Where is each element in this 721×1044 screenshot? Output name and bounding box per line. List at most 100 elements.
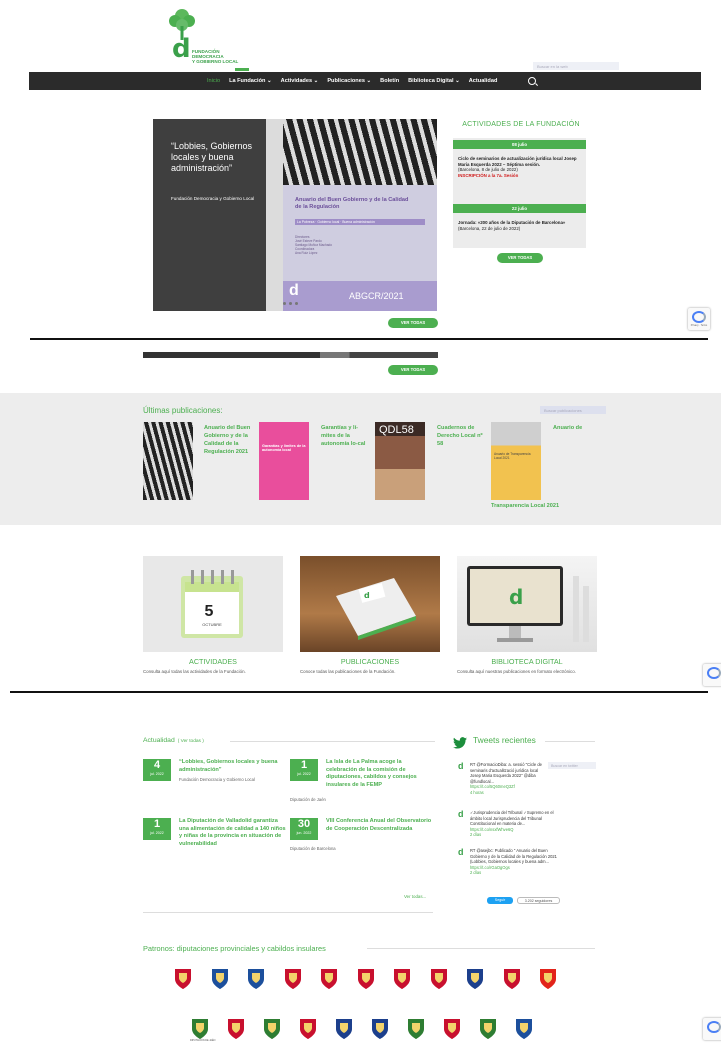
nav-item[interactable]: Actualidad — [469, 78, 498, 84]
activity-item[interactable]: Ciclo de seminarios de actualización jur… — [458, 156, 582, 178]
slider-dot[interactable] — [295, 302, 298, 305]
publication-cover[interactable]: Garantías y límites de la autonomía loca… — [259, 422, 309, 500]
twitter-follow-button[interactable]: Seguir — [487, 897, 513, 904]
news-title[interactable]: La Isla de La Palma acoge la celebración… — [326, 759, 432, 789]
recaptcha-badge[interactable]: Privacy · Terms — [688, 308, 710, 330]
main-nav: Inicio La Fundación ⌄ Actividades ⌄ Publica… — [29, 68, 701, 90]
publication-cover[interactable]: Anuario de Transparencia Local 2021 — [491, 422, 541, 500]
publications-image[interactable]: d — [300, 556, 440, 652]
activities-heading[interactable]: ACTIVIDADES — [143, 657, 283, 666]
book-title: Anuario del Buen Gobierno y de la Calida… — [295, 197, 409, 210]
digital-library-image[interactable]: d — [457, 556, 597, 652]
logo-text: FUNDACIÓN DEMOCRACIA Y GOBIERNO LOCAL — [192, 49, 239, 64]
tweet-avatar: d — [458, 761, 464, 771]
news-title[interactable]: La Diputación de Valladolid garantiza un… — [179, 818, 287, 848]
patron-shield-icon[interactable] — [173, 967, 193, 991]
nav-item[interactable]: Actividades ⌄ — [281, 78, 319, 84]
patron-shield-icon[interactable] — [538, 967, 558, 991]
monitor-icon: d — [467, 566, 589, 642]
patron-shield-icon[interactable] — [465, 967, 485, 991]
news-see-all-link[interactable]: ( Ver todas ) — [178, 739, 204, 744]
news-title[interactable]: VIII Conferencia Anual del Observatorio … — [326, 818, 432, 833]
book-credits: Directores José Esteve Pardo Santiago Mu… — [295, 235, 333, 255]
tweet-link[interactable]: https://t.co/nsxfWhve6Q — [470, 827, 513, 832]
nav-item[interactable]: Boletín — [380, 78, 399, 84]
tweets-search-input[interactable]: Buscar en twitter — [548, 762, 596, 769]
nav-item[interactable]: La Fundación ⌄ — [229, 78, 272, 84]
see-all-button[interactable]: VER TODAS — [388, 318, 438, 328]
svg-text:d: d — [509, 585, 523, 609]
activities-see-all-button[interactable]: VER TODAS — [497, 253, 543, 263]
tweets-rule — [545, 741, 595, 742]
tweet-time[interactable]: 2 días — [470, 832, 481, 837]
patron-shield-icon[interactable] — [298, 1017, 318, 1041]
news-heading: Actualidad( Ver todas ) — [143, 737, 204, 744]
twitter-follower-count[interactable]: 3.202 seguidores — [517, 897, 560, 904]
news-rule — [143, 912, 433, 913]
tweet-time[interactable]: 2 días — [470, 870, 481, 875]
site-search-input[interactable]: Buscar en la web — [533, 62, 619, 70]
publication-title[interactable]: Anuario de — [553, 424, 593, 432]
book-cover: Anuario del Buen Gobierno y de la Calida… — [283, 119, 437, 311]
calendar-icon: 5 OCTUBRE — [181, 570, 243, 638]
patron-shield-icon[interactable] — [442, 1017, 462, 1041]
patron-shield-icon[interactable] — [502, 967, 522, 991]
see-all-button[interactable]: VER TODAS — [388, 365, 438, 375]
activities-title: ACTIVIDADES DE LA FUNDACIÓN — [462, 121, 580, 128]
slider-dots[interactable] — [283, 302, 298, 305]
calendar-month: OCTUBRE — [202, 622, 222, 627]
active-indicator — [235, 68, 249, 71]
tweets-title: Tweets recientes — [473, 735, 536, 745]
recaptcha-badge[interactable] — [703, 664, 721, 686]
open-book-icon: d — [336, 578, 416, 640]
activity-item[interactable]: Jornada: «200 años de la Diputación de B… — [458, 220, 582, 231]
slide-org: Fundación Democracia y Gobierno Local — [171, 196, 255, 201]
patron-shield-icon[interactable] — [190, 1017, 210, 1041]
activities-image[interactable]: 5 OCTUBRE — [143, 556, 283, 652]
slider-dot[interactable] — [289, 302, 292, 305]
patron-shield-icon[interactable] — [514, 1017, 534, 1041]
publication-cover[interactable] — [143, 422, 193, 500]
tweet-link[interactable]: https://t.co/rGaOgOgs — [470, 865, 510, 870]
patron-shield-icon[interactable] — [478, 1017, 498, 1041]
publications-heading[interactable]: PUBLICACIONES — [300, 657, 440, 666]
nav-item[interactable]: Inicio — [207, 78, 220, 84]
hero-slider[interactable]: “Lobbies, Gobiernos locales y buena admi… — [153, 119, 437, 311]
activity-date: 22 julio — [453, 204, 586, 213]
nav-item[interactable]: Biblioteca Digital ⌄ — [408, 78, 460, 84]
recaptcha-badge[interactable] — [703, 1018, 721, 1040]
twitter-bird-icon — [453, 737, 467, 749]
activities-desc: Consulta aquí todas las actividades de l… — [143, 669, 246, 674]
logo[interactable]: d FUNDACIÓN DEMOCRACIA Y GOBIERNO LOCAL — [168, 8, 258, 64]
nav-item[interactable]: Publicaciones ⌄ — [327, 78, 371, 84]
publication-title[interactable]: Cuadernos de Derecho Local nº 58 — [437, 424, 485, 448]
patron-shield-icon[interactable] — [246, 967, 266, 991]
news-title[interactable]: “Lobbies, Gobiernos locales y buena admi… — [179, 759, 285, 774]
patron-shield-icon[interactable] — [226, 1017, 246, 1041]
patron-shield-icon[interactable] — [334, 1017, 354, 1041]
slider-dot[interactable] — [283, 302, 286, 305]
publication-cover[interactable]: QDL58 — [375, 422, 425, 500]
patron-shield-icon[interactable] — [262, 1017, 282, 1041]
publication-title-tail[interactable]: Transparencia Local 2021 — [491, 502, 581, 510]
recaptcha-icon — [707, 1021, 721, 1033]
patron-shield-icon[interactable] — [319, 967, 339, 991]
publication-title[interactable]: Anuario del Buen Gobierno y de la Calida… — [204, 424, 252, 456]
publications-search-input[interactable]: Buscar publicaciones — [540, 406, 606, 414]
patron-shield-icon[interactable] — [210, 967, 230, 991]
patron-shield-icon[interactable] — [406, 1017, 426, 1041]
tweet-link[interactable]: https://t.co/5Q60meQ3Zf — [470, 784, 515, 789]
tweet-avatar: d — [458, 809, 464, 819]
tweet-time[interactable]: 4 horas — [470, 790, 484, 795]
patron-shield-icon[interactable] — [370, 1017, 390, 1041]
news-more-link[interactable]: Ver todas... — [404, 894, 426, 899]
publication-title[interactable]: Garantías y lí-mites de la autonomía lo-… — [321, 424, 369, 448]
patron-shield-icon[interactable] — [283, 967, 303, 991]
digital-library-heading[interactable]: BIBLIOTECA DIGITAL — [457, 657, 597, 666]
patron-shield-icon[interactable] — [356, 967, 376, 991]
patron-shield-icon[interactable] — [392, 967, 412, 991]
patron-shield-icon[interactable] — [429, 967, 449, 991]
patrons-rule — [367, 948, 595, 949]
search-icon[interactable] — [528, 77, 536, 85]
calendar-day: 5 — [205, 603, 214, 620]
